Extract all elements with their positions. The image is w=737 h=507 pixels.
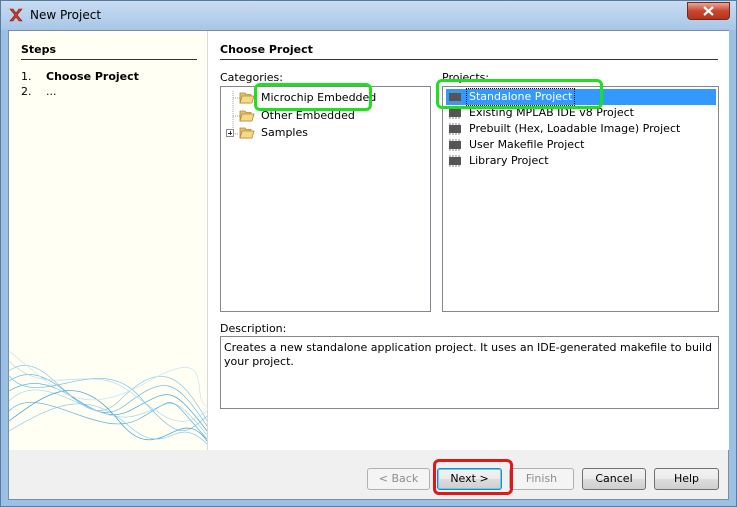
chip-icon: [449, 107, 461, 119]
page-title: Choose Project: [220, 43, 313, 56]
list-item-label: Standalone Project: [465, 88, 576, 106]
app-icon: [9, 8, 23, 22]
chip-icon: [449, 91, 461, 103]
content-area: Steps 1. Choose Project 2.... Choose Pro…: [9, 31, 729, 450]
description-text: Creates a new standalone application pro…: [220, 336, 719, 409]
folder-icon: [239, 92, 255, 104]
close-icon: [703, 6, 714, 16]
dialog-body: Steps 1. Choose Project 2.... Choose Pro…: [8, 30, 729, 500]
steps-title: Steps: [21, 43, 57, 56]
list-item-label: Existing MPLAB IDE v8 Project: [469, 106, 634, 119]
chip-icon: [449, 123, 461, 135]
step-item-1: 1. Choose Project: [21, 70, 139, 83]
chip-icon: [449, 139, 461, 151]
list-item-existing-mplab-project[interactable]: Existing MPLAB IDE v8 Project: [446, 105, 716, 121]
divider: [220, 59, 718, 60]
list-item-label: User Makefile Project: [469, 138, 585, 151]
step-item-2: 2....: [21, 85, 57, 98]
new-project-dialog: New Project Steps 1. Choose Project 2....: [0, 0, 737, 507]
list-item-label: Prebuilt (Hex, Loadable Image) Project: [469, 122, 681, 135]
categories-label: Categories:: [220, 71, 283, 84]
description-label: Description:: [220, 322, 287, 335]
wave-decoration-graphic: [9, 350, 207, 445]
step-label: ...: [46, 85, 57, 98]
finish-button[interactable]: Finish: [509, 468, 574, 490]
step-label: Choose Project: [46, 70, 139, 83]
back-button[interactable]: < Back: [367, 468, 430, 490]
list-item-user-makefile-project[interactable]: User Makefile Project: [446, 137, 716, 153]
cancel-button[interactable]: Cancel: [582, 468, 646, 490]
title-bar[interactable]: New Project: [1, 1, 736, 30]
divider: [21, 59, 197, 60]
projects-label: Projects:: [442, 71, 490, 84]
categories-tree[interactable]: Microchip Embedded Other Embedded Sample…: [220, 86, 431, 312]
main-panel: Choose Project Categories: Projects: Mic…: [207, 31, 729, 450]
button-bar: < Back Next > Finish Cancel Help: [9, 450, 728, 499]
tree-item-label: Microchip Embedded: [261, 91, 377, 104]
close-button[interactable]: [687, 2, 730, 20]
list-item-prebuilt-project[interactable]: Prebuilt (Hex, Loadable Image) Project: [446, 121, 716, 137]
help-button[interactable]: Help: [654, 468, 719, 490]
folder-icon: [239, 110, 255, 122]
step-number: 1.: [21, 70, 32, 83]
chip-icon: [449, 155, 461, 167]
steps-panel: Steps 1. Choose Project 2....: [9, 31, 207, 450]
projects-list[interactable]: Standalone Project Existing MPLAB IDE v8…: [442, 86, 719, 312]
expand-plus-icon[interactable]: [226, 129, 234, 137]
list-item-standalone-project[interactable]: Standalone Project: [446, 88, 716, 106]
list-item-label: Library Project: [469, 154, 549, 167]
window-title: New Project: [30, 8, 102, 22]
folder-icon: [239, 127, 255, 139]
next-button[interactable]: Next >: [437, 468, 502, 490]
step-number: 2.: [21, 85, 32, 98]
tree-item-label: Other Embedded: [261, 109, 355, 122]
tree-item-label: Samples: [261, 126, 308, 139]
list-item-library-project[interactable]: Library Project: [446, 153, 716, 169]
